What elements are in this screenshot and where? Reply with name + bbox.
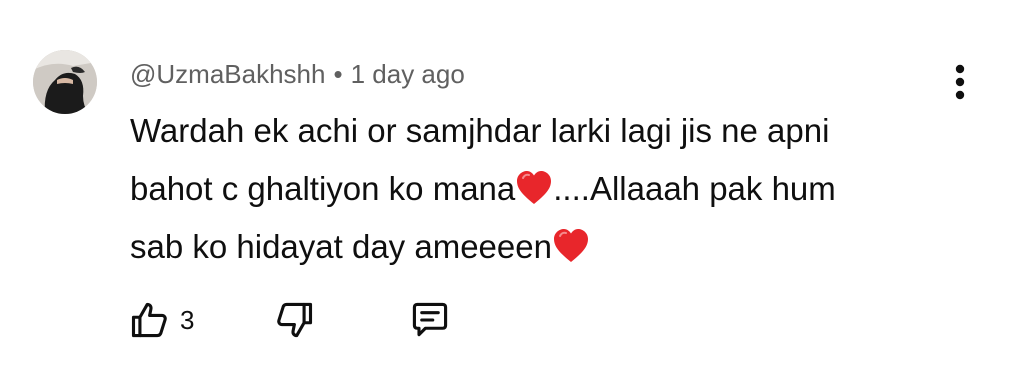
like-button[interactable]: 3 (128, 294, 194, 346)
avatar[interactable] (33, 50, 97, 114)
heart-emoji-icon (553, 229, 588, 262)
comment-text: bahot c ghaltiyon ko mana (130, 170, 516, 207)
thumbs-down-icon (277, 302, 313, 338)
more-vertical-icon (955, 64, 965, 100)
avatar-image (33, 50, 97, 114)
comment-thread: @UzmaBakhshh • 1 day ago Wardah ek achi … (0, 0, 1024, 368)
comment-line: Wardah ek achi or samjhdar larki lagi ji… (130, 102, 930, 160)
heart-emoji-icon (517, 171, 552, 204)
reply-button[interactable] (408, 294, 452, 346)
comment-text: ....Allaaah pak hum (553, 170, 836, 207)
comment-text: sab ko hidayat day ameeeen (130, 228, 552, 265)
comment-header: @UzmaBakhshh • 1 day ago (130, 56, 465, 92)
comment-line: sab ko hidayat day ameeeen (130, 218, 930, 276)
comment-text: Wardah ek achi or samjhdar larki lagi ji… (130, 112, 830, 149)
comment-timestamp[interactable]: 1 day ago (351, 59, 465, 90)
comment-menu-button[interactable] (944, 60, 976, 104)
comment-body: Wardah ek achi or samjhdar larki lagi ji… (130, 102, 930, 276)
comment-actions: 3 (128, 294, 452, 346)
comment-line: bahot c ghaltiyon ko mana ....Allaaah pak… (130, 160, 930, 218)
author-name[interactable]: @UzmaBakhshh (130, 59, 325, 90)
like-count: 3 (180, 304, 195, 335)
comment-icon (413, 302, 448, 337)
header-separator: • (333, 58, 343, 89)
thumbs-up-icon (131, 302, 167, 338)
dislike-button[interactable] (272, 294, 316, 346)
